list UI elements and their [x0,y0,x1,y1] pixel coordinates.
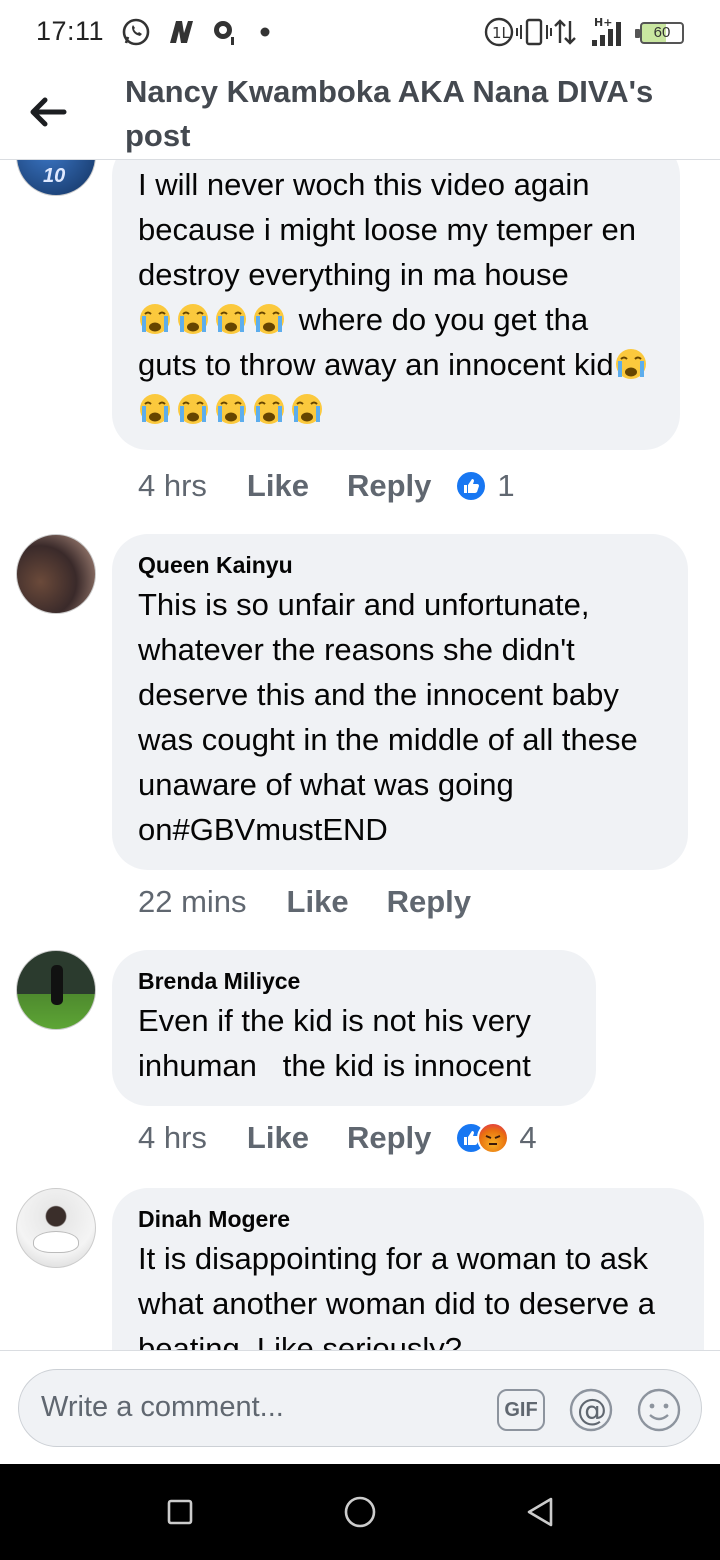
mention-button[interactable]: @ [567,1386,615,1434]
comment-time[interactable]: 4 hrs [138,1120,207,1156]
comment-text: Even if the kid is not his very inhuman … [138,1003,540,1083]
reaction-summary[interactable]: 1 [455,468,515,504]
reaction-summary[interactable]: 4 [455,1120,537,1156]
reply-button[interactable]: Reply [387,884,471,920]
comment-composer: Write a comment... GIF @ [0,1350,720,1464]
back-button[interactable] [22,86,74,138]
at-sign-icon: @ [569,1388,613,1432]
square-icon [167,1499,193,1525]
comment-bubble[interactable]: I will never woch this video again becau… [112,160,680,450]
whatsapp-icon [120,16,152,48]
comment-time[interactable]: 22 mins [138,884,247,920]
data-transfer-icon [552,16,578,48]
like-button[interactable]: Like [247,1120,309,1156]
comment-text: It is disappointing for a woman to ask w… [138,1241,664,1350]
thumbs-up-icon [455,470,488,502]
gif-button[interactable]: GIF [497,1386,545,1434]
svg-text:@: @ [577,1393,607,1428]
comment-bubble[interactable]: Queen Kainyu This is so unfair and unfor… [112,534,688,870]
comment-bubble[interactable]: Dinah Mogere It is disappointing for a w… [112,1188,704,1350]
smiley-icon [637,1388,681,1432]
post-header: Nancy Kwamboka AKA Nana DIVA's post [0,64,720,160]
like-button[interactable]: Like [247,468,309,504]
comment-input-placeholder: Write a comment... [41,1391,284,1423]
comment-meta: 22 mins Like Reply [138,884,509,920]
arrow-left-icon [30,97,67,127]
status-time: 17:11 [36,16,105,46]
comment-author[interactable]: Queen Kainyu [138,550,662,580]
avatar[interactable] [16,534,96,614]
messenger-icon [210,16,240,48]
recents-button[interactable] [156,1488,204,1536]
emoji-group [138,302,290,337]
back-nav-button[interactable] [516,1488,564,1536]
comment-author[interactable]: Dinah Mogere [138,1204,678,1234]
home-button[interactable] [336,1488,384,1536]
avatar[interactable] [16,1188,96,1268]
comment-time[interactable]: 4 hrs [138,468,207,504]
battery-indicator: 60 [635,22,684,44]
avatar[interactable] [16,950,96,1030]
reaction-count: 1 [497,468,515,503]
app-notification-icon [166,16,196,48]
comment-text: I will never woch this video again becau… [138,162,654,432]
like-button[interactable]: Like [287,884,349,920]
emoji-button[interactable] [635,1386,683,1434]
comment-meta: 4 hrs Like Reply 1 [138,468,515,504]
comments-feed[interactable]: 10 I will never woch this video again be… [0,160,720,1350]
data-saver-icon: 1L [482,16,516,48]
comment-author[interactable]: Brenda Miliyce [138,966,570,996]
signal-icon: H+ [588,16,628,48]
comment-text: This is so unfair and unfortunate, whate… [138,587,647,847]
comment-meta: 4 hrs Like Reply 4 [138,1120,537,1156]
reaction-count: 4 [519,1120,537,1155]
more-notifications-icon [258,16,272,48]
reply-button[interactable]: Reply [347,1120,431,1156]
svg-text:H+: H+ [594,16,612,29]
page-title: Nancy Kwamboka AKA Nana DIVA's post [125,74,654,153]
avatar[interactable]: 10 [16,160,96,196]
gif-icon: GIF [497,1389,545,1431]
circle-icon [344,1496,376,1528]
svg-text:1L: 1L [492,24,511,42]
system-nav-bar [0,1464,720,1560]
status-bar: 17:11 1L H+ 60 [0,0,720,64]
comment-bubble[interactable]: Brenda Miliyce Even if the kid is not hi… [112,950,596,1106]
angry-face-icon [477,1122,510,1154]
vibrate-icon [516,16,552,48]
reply-button[interactable]: Reply [347,468,431,504]
triangle-back-icon [527,1497,553,1527]
comment-input[interactable]: Write a comment... GIF @ [18,1369,702,1447]
